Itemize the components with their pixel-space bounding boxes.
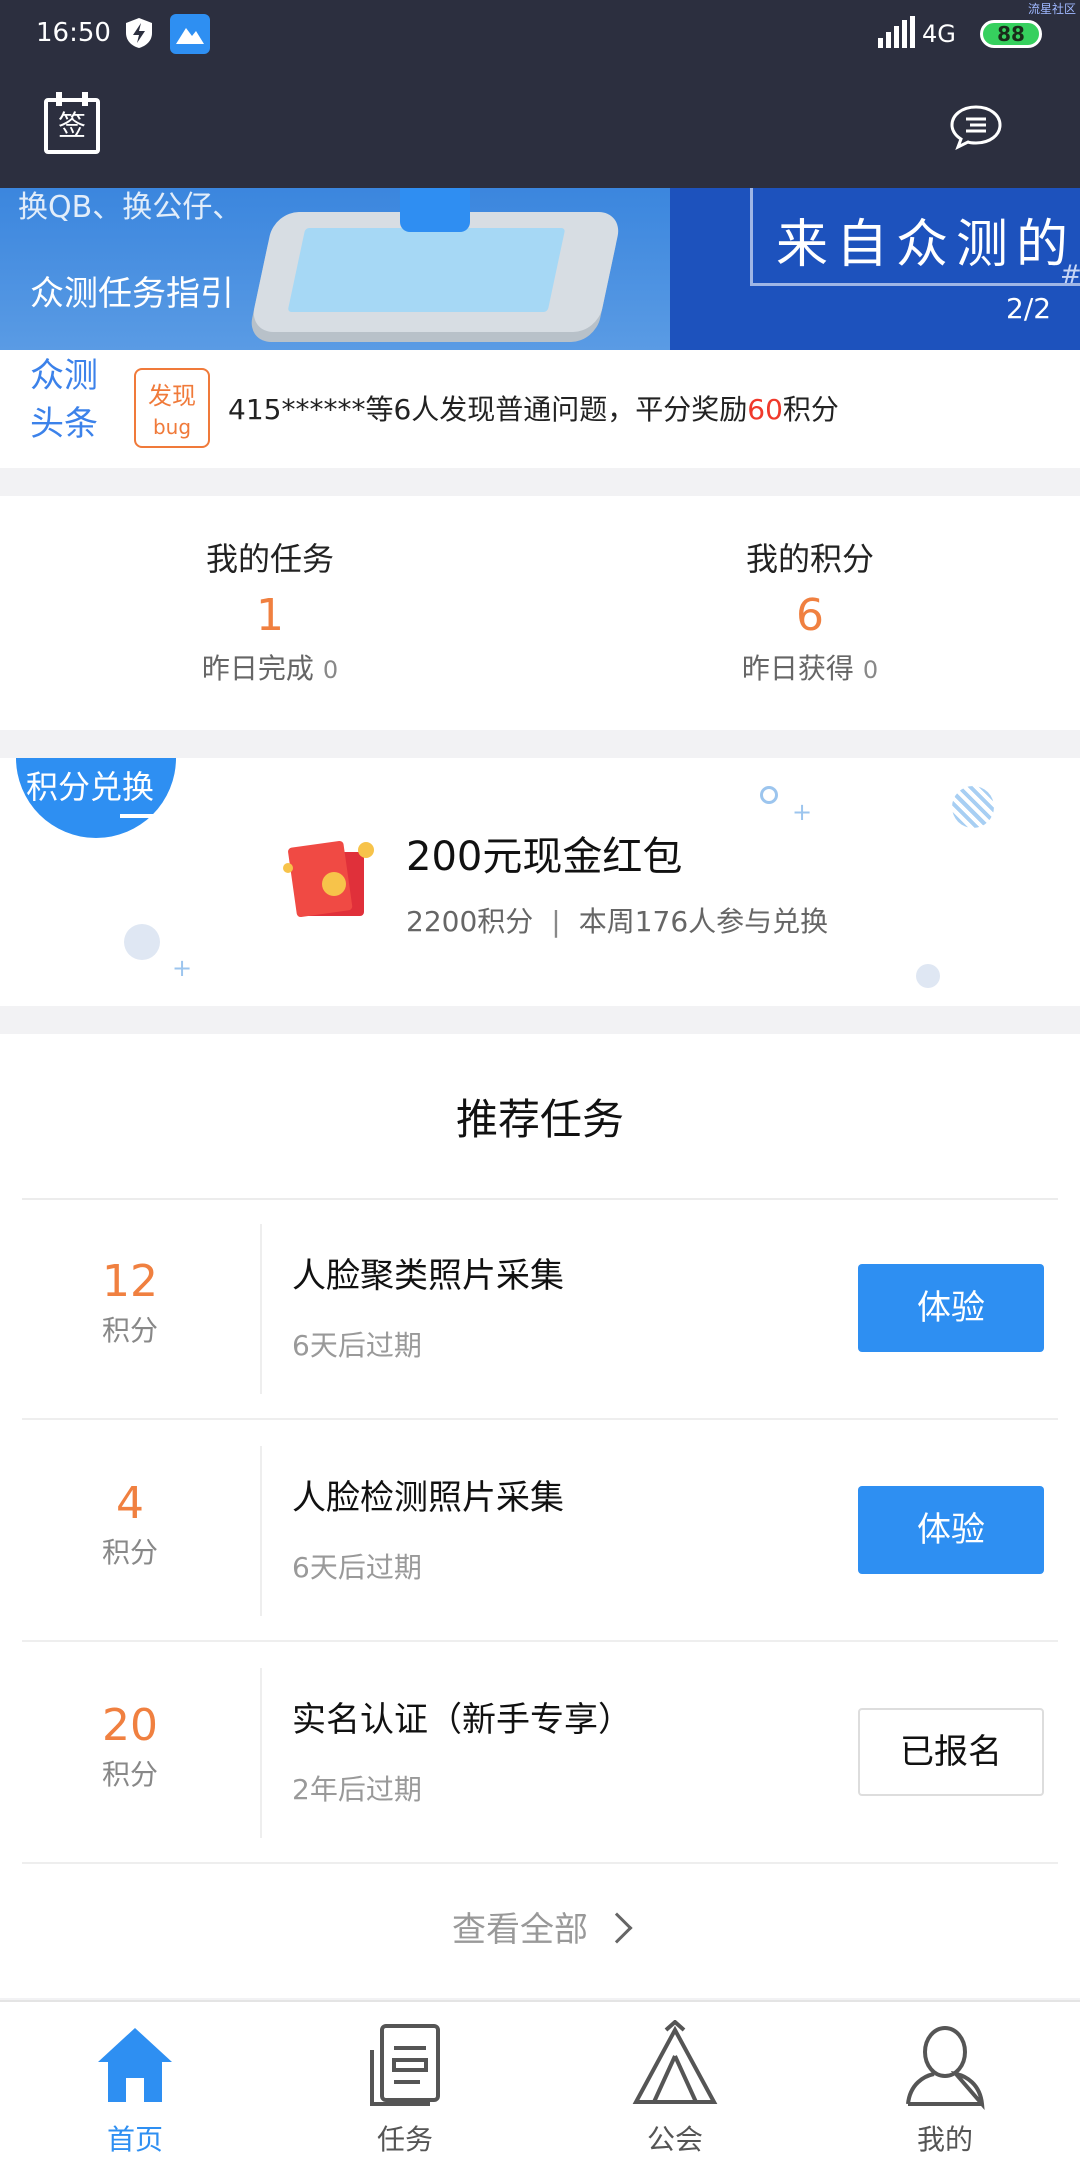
task-row[interactable]: 4 积分 人脸检测照片采集 6天后过期 体验 (0, 1422, 1080, 1642)
corner-watermark: 流星社区 (1027, 2, 1076, 16)
task-row[interactable]: 12 积分 人脸聚类照片采集 6天后过期 体验 (0, 1200, 1080, 1420)
headline-news-text: 415******等6人发现普通问题，平分奖励60积分 (228, 393, 839, 426)
divider (260, 1668, 262, 1838)
badge-underline (120, 814, 170, 818)
exchange-badge-label: 积分兑换 (26, 768, 155, 806)
nav-home[interactable]: 首页 (0, 2014, 270, 2156)
app-logo-icon (400, 188, 470, 232)
exchange-item-title: 200元现金红包 (406, 834, 683, 880)
banner-hash: # (1060, 260, 1080, 290)
divider (22, 1418, 1058, 1420)
task-points: 4 积分 (101, 1478, 158, 1569)
decor-dot (916, 964, 940, 988)
headline-logo: 众测 头条 (30, 356, 98, 444)
view-all-label: 查看全部 (452, 1910, 588, 1950)
recommended-tasks-section: 推荐任务 12 积分 人脸聚类照片采集 6天后过期 体验 4 积分 人脸检测照片… (0, 1034, 1080, 1998)
task-name: 实名认证（新手专享） (292, 1700, 632, 1740)
bottom-navigation: 首页 任务 公会 我的 (0, 2000, 1080, 2160)
message-icon[interactable] (948, 104, 1004, 150)
exchange-cost: 2200积分 (406, 905, 534, 938)
nav-tasks[interactable]: 任务 (270, 2014, 540, 2156)
meta-separator: | (551, 905, 561, 938)
task-name: 人脸检测照片采集 (292, 1478, 564, 1518)
sign-in-button[interactable]: 签 (44, 92, 100, 154)
section-title: 推荐任务 (455, 1095, 624, 1144)
top-header: 签 (0, 70, 1080, 188)
divider (260, 1224, 262, 1394)
profile-icon (906, 2026, 985, 2111)
task-row[interactable]: 20 积分 实名认证（新手专享） 2年后过期 已报名 (0, 1644, 1080, 1864)
app-mountain-icon (170, 14, 210, 54)
divider (260, 1446, 262, 1616)
battery-indicator: 88 (980, 20, 1042, 48)
divider (22, 1640, 1058, 1642)
banner-page-counter: 2/2 (1006, 292, 1052, 325)
decor-dot (124, 924, 160, 960)
my-points-stat[interactable]: 我的积分 6 昨日获得 0 (540, 534, 1080, 687)
try-button[interactable]: 体验 (858, 1264, 1044, 1352)
my-tasks-label: 我的任务 (205, 540, 334, 578)
tasks-yesterday: 昨日完成 0 (201, 652, 339, 685)
exchange-participants: 本周176人参与兑换 (578, 905, 829, 938)
sign-in-label: 签 (57, 109, 86, 142)
task-expire: 2年后过期 (292, 1773, 422, 1806)
points-yesterday: 昨日获得 0 (741, 652, 879, 685)
banner-caption: 众测任务指引 (30, 274, 234, 314)
task-points: 12 积分 (101, 1256, 158, 1347)
decor-plus: + (172, 954, 193, 982)
my-points-label: 我的积分 (745, 540, 874, 578)
headline-ticker[interactable]: 众测 头条 发现 bug 415******等6人发现普通问题，平分奖励60积分 (0, 350, 1080, 468)
my-tasks-value: 1 (256, 590, 284, 641)
my-tasks-stat[interactable]: 我的任务 1 昨日完成 0 (0, 534, 540, 687)
status-bar: 16:50 4G 88 流星社区 (0, 0, 1080, 70)
decor-dot (760, 786, 778, 804)
red-packet-icon (283, 840, 374, 918)
my-points-value: 6 (796, 590, 824, 641)
task-name: 人脸聚类照片采集 (292, 1256, 564, 1296)
promo-banner[interactable]: 换QB、换公仔、 众测任务指引 来自众测的 2/2 # (0, 188, 1080, 350)
shield-bolt-icon (126, 18, 152, 48)
guild-icon (632, 2019, 718, 2104)
task-points: 20 积分 (101, 1700, 158, 1791)
task-expire: 6天后过期 (292, 1329, 422, 1362)
decor-plus: + (792, 798, 813, 826)
registered-button[interactable]: 已报名 (858, 1708, 1044, 1796)
decor-striped-circle (952, 786, 994, 828)
try-button[interactable]: 体验 (858, 1486, 1044, 1574)
banner-subtitle: 换QB、换公仔、 (18, 190, 243, 225)
exchange-item-meta: 2200积分 | 本周176人参与兑换 (406, 900, 828, 940)
user-stats: 我的任务 1 昨日完成 0 我的积分 6 昨日获得 0 (0, 496, 1080, 730)
bug-found-tag: 发现 bug (134, 368, 210, 448)
divider (22, 1862, 1058, 1864)
points-exchange-card[interactable]: 积分兑换 + + 200元现金红包 2200积分 | 本周176人参与兑换 (0, 758, 1080, 1006)
banner-headline: 来自众测的 (776, 215, 1077, 275)
network-type: 4G (922, 20, 956, 48)
home-icon (98, 2028, 172, 2102)
task-expire: 6天后过期 (292, 1551, 422, 1584)
task-icon (370, 2024, 440, 2106)
status-time: 16:50 (36, 18, 111, 48)
reward-highlight: 60 (747, 393, 783, 426)
view-all-link[interactable]: 查看全部 (0, 1902, 1080, 1951)
nav-profile[interactable]: 我的 (810, 2014, 1080, 2156)
nav-guild[interactable]: 公会 (540, 2014, 810, 2156)
signal-icon (878, 16, 915, 48)
chevron-right-icon (601, 1912, 633, 1944)
